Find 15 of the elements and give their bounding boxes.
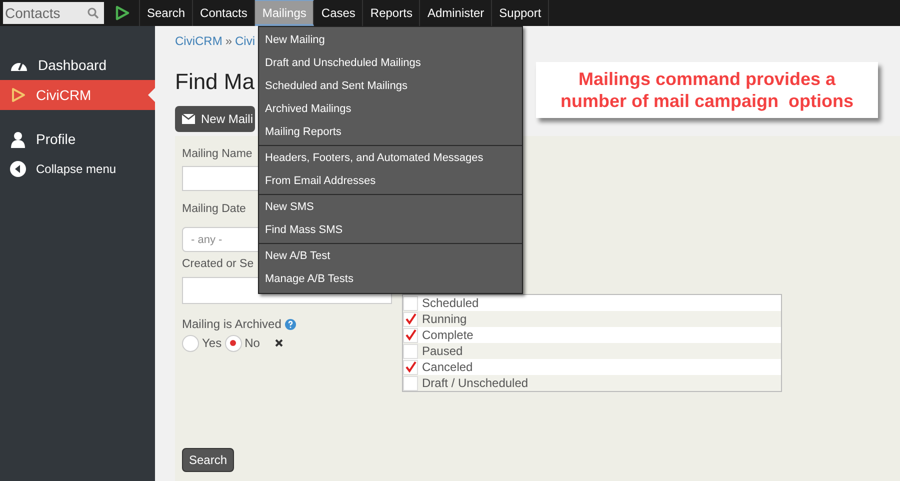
field-label: Mailing is Archived <box>182 316 282 333</box>
callout: Mailings command provides a number of mail campaign options <box>536 62 878 118</box>
checkbox-label: Draft / Unscheduled <box>422 375 528 392</box>
radio-label: No <box>244 335 260 352</box>
checkbox-label: Scheduled <box>422 295 479 312</box>
field-label: Mailing Name <box>182 147 252 162</box>
breadcrumb-separator: » <box>225 33 232 50</box>
checkbox-label: Running <box>422 311 467 328</box>
page-title: Find Ma <box>175 68 254 96</box>
radio-label: Yes <box>202 335 222 352</box>
field-label: Mailing Date <box>182 202 246 217</box>
field-label: Created or Se <box>182 257 254 272</box>
checkbox-label: Complete <box>422 327 474 344</box>
checkbox-label: Canceled <box>422 359 473 376</box>
checkbox-label: Paused <box>422 343 463 360</box>
